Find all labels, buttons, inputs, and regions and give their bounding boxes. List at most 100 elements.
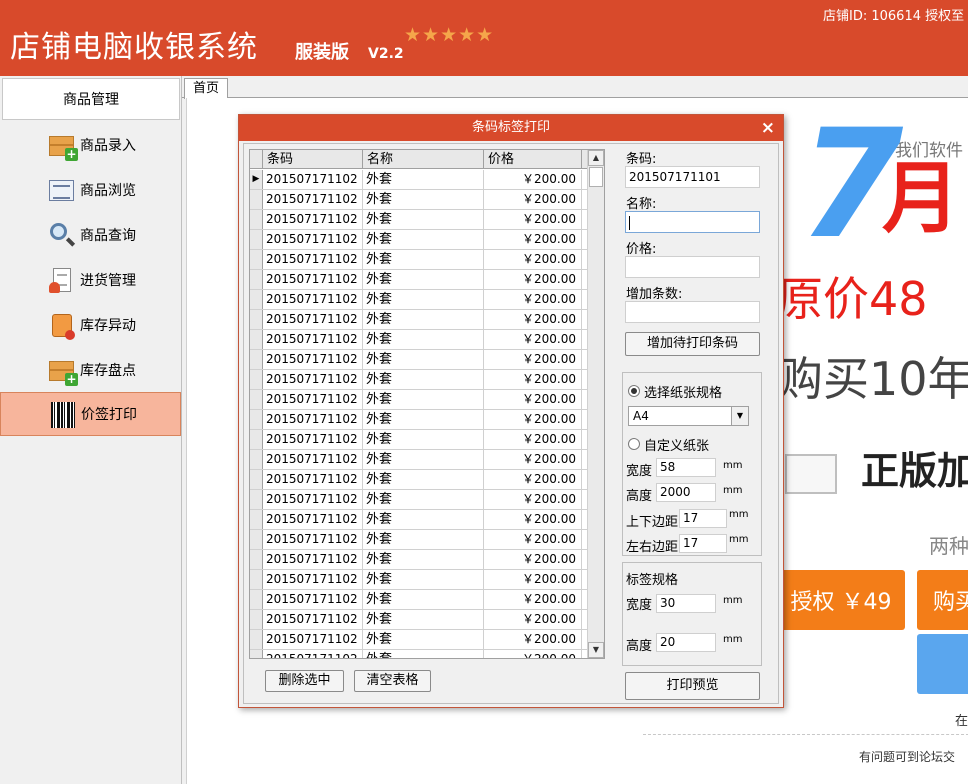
table-row[interactable]: 201507171102外套￥200.00 bbox=[250, 650, 588, 658]
cell-code[interactable]: 201507171102 bbox=[263, 610, 363, 629]
cell-price[interactable]: ￥200.00 bbox=[484, 350, 582, 369]
scroll-up-icon[interactable]: ▲ bbox=[588, 150, 604, 166]
row-indicator[interactable] bbox=[250, 590, 263, 609]
label-height-input[interactable]: 20 bbox=[656, 633, 716, 652]
chevron-down-icon[interactable]: ▼ bbox=[731, 407, 748, 425]
cell-price[interactable]: ￥200.00 bbox=[484, 310, 582, 329]
cell-code[interactable]: 201507171102 bbox=[263, 350, 363, 369]
row-indicator[interactable] bbox=[250, 650, 263, 658]
table-row[interactable]: 201507171102外套￥200.00 bbox=[250, 570, 588, 590]
table-row[interactable]: 201507171102外套￥200.00 bbox=[250, 210, 588, 230]
sidebar-item-price-label-print[interactable]: 价签打印 bbox=[0, 392, 181, 436]
sidebar-item-product-browse[interactable]: 商品浏览 bbox=[0, 168, 181, 212]
row-indicator[interactable] bbox=[250, 270, 263, 289]
cell-name[interactable]: 外套 bbox=[363, 610, 484, 629]
table-row[interactable]: 201507171102外套￥200.00 bbox=[250, 390, 588, 410]
sidebar-item-stock-change[interactable]: 库存异动 bbox=[0, 303, 181, 347]
barcode-grid[interactable]: 条码 名称 价格 ▶ 201507171102 外套 ￥200.00 201507171… bbox=[249, 149, 605, 659]
cell-name[interactable]: 外套 bbox=[363, 270, 484, 289]
cell-code[interactable]: 201507171102 bbox=[263, 450, 363, 469]
forum-link[interactable]: 有问题可到论坛交 bbox=[859, 748, 955, 765]
cell-name[interactable]: 外套 bbox=[363, 450, 484, 469]
cell-code[interactable]: 201507171102 bbox=[263, 210, 363, 229]
cell-code[interactable]: 201507171102 bbox=[263, 510, 363, 529]
cell-code[interactable]: 201507171102 bbox=[263, 590, 363, 609]
cell-name[interactable]: 外套 bbox=[363, 530, 484, 549]
grid-scrollbar[interactable]: ▲ ▼ bbox=[587, 150, 604, 658]
sidebar-item-purchase[interactable]: 进货管理 bbox=[0, 258, 181, 302]
cell-price[interactable]: ￥200.00 bbox=[484, 430, 582, 449]
row-indicator[interactable]: ▶ bbox=[250, 170, 263, 189]
buy-button[interactable]: 购买 bbox=[917, 570, 968, 630]
cell-name[interactable]: 外套 bbox=[363, 570, 484, 589]
tab-home[interactable]: 首页 bbox=[184, 78, 228, 99]
table-row[interactable]: 201507171102外套￥200.00 bbox=[250, 190, 588, 210]
cell-name[interactable]: 外套 bbox=[363, 250, 484, 269]
table-row[interactable]: 201507171102外套￥200.00 bbox=[250, 590, 588, 610]
cell-name[interactable]: 外套 bbox=[363, 650, 484, 658]
row-indicator[interactable] bbox=[250, 210, 263, 229]
cell-name[interactable]: 外套 bbox=[363, 190, 484, 209]
code-input[interactable]: 201507171101 bbox=[625, 166, 760, 188]
cell-name[interactable]: 外套 bbox=[363, 630, 484, 649]
sidebar-item-stocktake[interactable]: + 库存盘点 bbox=[0, 348, 181, 392]
grid-header-price[interactable]: 价格 bbox=[484, 150, 582, 169]
cell-name[interactable]: 外套 bbox=[363, 290, 484, 309]
cell-name[interactable]: 外套 bbox=[363, 470, 484, 489]
table-row[interactable]: 201507171102外套￥200.00 bbox=[250, 630, 588, 650]
table-row[interactable]: 201507171102外套￥200.00 bbox=[250, 530, 588, 550]
cell-price[interactable]: ￥200.00 bbox=[484, 210, 582, 229]
row-indicator[interactable] bbox=[250, 310, 263, 329]
cell-name[interactable]: 外套 bbox=[363, 410, 484, 429]
table-row[interactable]: 201507171102外套￥200.00 bbox=[250, 470, 588, 490]
scroll-down-icon[interactable]: ▼ bbox=[588, 642, 604, 658]
cell-code[interactable]: 201507171102 bbox=[263, 270, 363, 289]
cell-price[interactable]: ￥200.00 bbox=[484, 510, 582, 529]
table-row[interactable]: 201507171102外套￥200.00 bbox=[250, 350, 588, 370]
cell-code[interactable]: 201507171102 bbox=[263, 310, 363, 329]
row-indicator[interactable] bbox=[250, 570, 263, 589]
sidebar-item-product-search[interactable]: 商品查询 bbox=[0, 213, 181, 257]
table-row[interactable]: 201507171102外套￥200.00 bbox=[250, 550, 588, 570]
cell-price[interactable]: ￥200.00 bbox=[484, 610, 582, 629]
row-indicator[interactable] bbox=[250, 350, 263, 369]
paper-height-input[interactable]: 2000 bbox=[656, 483, 716, 502]
table-row[interactable]: 201507171102外套￥200.00 bbox=[250, 290, 588, 310]
cell-price[interactable]: ￥200.00 bbox=[484, 570, 582, 589]
scroll-thumb[interactable] bbox=[589, 167, 603, 187]
cell-code[interactable]: 201507171102 bbox=[263, 190, 363, 209]
cell-price[interactable]: ￥200.00 bbox=[484, 450, 582, 469]
table-row[interactable]: 201507171102外套￥200.00 bbox=[250, 510, 588, 530]
table-row[interactable]: 201507171102外套￥200.00 bbox=[250, 250, 588, 270]
table-row[interactable]: 201507171102外套￥200.00 bbox=[250, 450, 588, 470]
cell-name[interactable]: 外套 bbox=[363, 210, 484, 229]
sidebar-item-product-entry[interactable]: + 商品录入 bbox=[0, 123, 181, 167]
cell-code[interactable]: 201507171102 bbox=[263, 390, 363, 409]
paper-size-select[interactable]: A4 ▼ bbox=[628, 406, 749, 426]
cell-code[interactable]: 201507171102 bbox=[263, 650, 363, 658]
paper-width-input[interactable]: 58 bbox=[656, 458, 716, 477]
row-indicator[interactable] bbox=[250, 410, 263, 429]
cell-price[interactable]: ￥200.00 bbox=[484, 250, 582, 269]
cell-price[interactable]: ￥200.00 bbox=[484, 190, 582, 209]
cell-name[interactable]: 外套 bbox=[363, 430, 484, 449]
cell-price[interactable]: ￥200.00 bbox=[484, 330, 582, 349]
row-indicator[interactable] bbox=[250, 370, 263, 389]
cell-code[interactable]: 201507171102 bbox=[263, 530, 363, 549]
cell-name[interactable]: 外套 bbox=[363, 230, 484, 249]
cell-price[interactable]: ￥200.00 bbox=[484, 590, 582, 609]
cell-price[interactable]: ￥200.00 bbox=[484, 270, 582, 289]
row-indicator[interactable] bbox=[250, 230, 263, 249]
cell-name[interactable]: 外套 bbox=[363, 330, 484, 349]
table-row[interactable]: 201507171102外套￥200.00 bbox=[250, 410, 588, 430]
table-row[interactable]: 201507171102外套￥200.00 bbox=[250, 490, 588, 510]
cell-code[interactable]: 201507171102 bbox=[263, 370, 363, 389]
cell-name[interactable]: 外套 bbox=[363, 310, 484, 329]
cell-price[interactable]: ￥200.00 bbox=[484, 630, 582, 649]
row-indicator[interactable] bbox=[250, 490, 263, 509]
cell-price[interactable]: ￥200.00 bbox=[484, 390, 582, 409]
cell-name[interactable]: 外套 bbox=[363, 510, 484, 529]
row-indicator[interactable] bbox=[250, 290, 263, 309]
clear-grid-button[interactable]: 清空表格 bbox=[354, 670, 431, 692]
cell-code[interactable]: 201507171102 bbox=[263, 490, 363, 509]
